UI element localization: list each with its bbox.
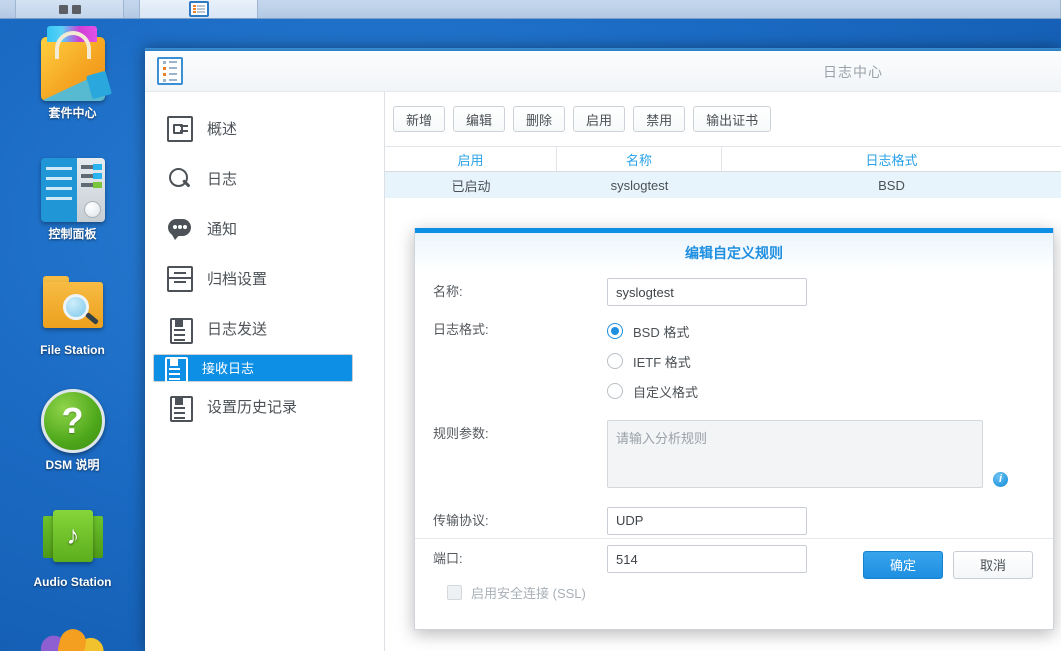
sidebar-item-label: 设置历史记录 [207, 398, 298, 416]
control-panel-icon [40, 158, 105, 222]
desktop-icon-photo-station[interactable] [0, 623, 145, 651]
dialog-footer: 确定 取消 [415, 538, 1053, 590]
window-tile-icon [71, 4, 81, 14]
edit-custom-rule-dialog: 编辑自定义规则 名称: 日志格式: BSD 格式 IETF 格式 [414, 228, 1054, 630]
overview-icon [167, 116, 193, 142]
log-format-label: 日志格式: [433, 322, 489, 337]
dialog-title: 编辑自定义规则 [685, 245, 783, 261]
sidebar-item-archive-settings[interactable]: 归档设置 [153, 254, 376, 304]
log-center-icon [188, 1, 209, 17]
sidebar-item-label: 日志发送 [207, 320, 268, 338]
dialog-body: 名称: 日志格式: BSD 格式 IETF 格式 自定义格式 [415, 270, 1053, 601]
taskbar-item-windows[interactable] [16, 0, 124, 18]
radio-label: 自定义格式 [633, 384, 699, 400]
grid-toolbar: 新增 编辑 删除 启用 禁用 输出证书 [385, 92, 1061, 132]
page-title: 日志中心 [823, 64, 883, 80]
cell-format: BSD [878, 177, 905, 193]
rule-params-textarea[interactable] [607, 420, 983, 488]
export-cert-button[interactable]: 输出证书 [693, 106, 772, 132]
info-icon[interactable]: i [993, 472, 1008, 487]
radio-bsd-icon[interactable] [607, 323, 623, 339]
dsm-help-icon: ? [40, 389, 105, 453]
radio-label: BSD 格式 [633, 324, 690, 340]
desktop-icon-label: 控制面板 [48, 227, 97, 241]
table-row[interactable]: 已启动 syslogtest BSD [385, 172, 1061, 198]
sidebar-nav: 概述 日志 通知 归档设置 日志发送 接收日志 设置历史记录 [145, 92, 385, 651]
name-input[interactable] [607, 278, 807, 306]
cell-name: syslogtest [610, 177, 669, 193]
sidebar-item-label: 日志 [207, 170, 238, 188]
column-header-enable[interactable]: 启用 [385, 147, 557, 171]
desktop-taskbar[interactable] [0, 0, 1061, 19]
column-header-name[interactable]: 名称 [557, 147, 722, 171]
sidebar-item-label: 接收日志 [202, 360, 255, 376]
desktop-icon-label: 套件中心 [48, 106, 97, 120]
radio-custom-icon[interactable] [607, 383, 623, 399]
edit-button[interactable]: 编辑 [453, 106, 506, 132]
field-row-log-format: 日志格式: BSD 格式 IETF 格式 自定义格式 [415, 316, 1053, 406]
sidebar-item-settings-history[interactable]: 设置历史记录 [153, 382, 376, 432]
radio-option-bsd[interactable]: BSD 格式 [607, 316, 1053, 346]
desktop-icon-control-panel[interactable]: 控制面板 [0, 158, 145, 241]
delete-button[interactable]: 删除 [513, 106, 566, 132]
taskbar-gap [124, 0, 140, 18]
column-header-format[interactable]: 日志格式 [722, 147, 1061, 171]
disable-button[interactable]: 禁用 [633, 106, 686, 132]
sidebar-item-overview[interactable]: 概述 [153, 104, 376, 154]
radio-option-custom[interactable]: 自定义格式 [607, 376, 1053, 406]
notification-icon [167, 216, 193, 242]
protocol-select-value: UDP [607, 507, 807, 535]
sidebar-item-log-sending[interactable]: 日志发送 [153, 304, 376, 354]
field-row-protocol: 传输协议: UDP [415, 507, 1053, 535]
archive-settings-icon [167, 266, 193, 292]
taskbar-left-spacer [0, 0, 16, 18]
desktop-icon-label: DSM 说明 [45, 458, 100, 472]
cell-enable: 已启动 [451, 178, 491, 194]
confirm-button[interactable]: 确定 [863, 550, 943, 579]
radio-ietf-icon[interactable] [607, 353, 623, 369]
desktop-icon-list: 套件中心 控制面板 File Station ? DSM 说明 ♪ Audio … [0, 19, 145, 651]
rule-params-label: 规则参数: [433, 426, 489, 441]
enable-button[interactable]: 启用 [573, 106, 626, 132]
dialog-header: 编辑自定义规则 [415, 233, 1053, 270]
field-row-rule-params: 规则参数: i [415, 420, 1053, 493]
desktop-icon-file-station[interactable]: File Station [0, 274, 145, 357]
table-header-row: 启用 名称 日志格式 [385, 146, 1061, 172]
sidebar-item-logs[interactable]: 日志 [153, 154, 376, 204]
photo-station-icon [35, 623, 109, 651]
cancel-button[interactable]: 取消 [953, 550, 1033, 579]
sidebar-item-label: 概述 [207, 120, 238, 138]
file-station-icon [41, 274, 105, 338]
protocol-select[interactable]: UDP [607, 507, 807, 535]
protocol-label: 传输协议: [433, 513, 489, 528]
sidebar-item-notifications[interactable]: 通知 [153, 204, 376, 254]
window-header: 日志中心 [145, 51, 1061, 92]
window-tile-icon [58, 4, 68, 14]
radio-label: IETF 格式 [633, 354, 691, 370]
settings-history-icon [167, 394, 193, 422]
rules-table: 启用 名称 日志格式 已启动 syslogtest BSD [385, 146, 1061, 198]
search-icon [167, 166, 193, 192]
sidebar-item-log-receiving[interactable]: 接收日志 [153, 354, 353, 383]
add-button[interactable]: 新增 [393, 106, 446, 132]
radio-option-ietf[interactable]: IETF 格式 [607, 346, 1053, 376]
package-center-icon [40, 26, 112, 101]
desktop-icon-package-center[interactable]: 套件中心 [0, 26, 145, 120]
desktop-icon-audio-station[interactable]: ♪ Audio Station [0, 506, 145, 589]
taskbar-item-log-center[interactable] [140, 0, 258, 18]
desktop-icon-label: Audio Station [33, 575, 112, 589]
field-row-name: 名称: [415, 278, 1053, 306]
audio-station-icon: ♪ [41, 506, 105, 570]
desktop-icon-label: File Station [40, 343, 105, 357]
taskbar-empty-area [258, 0, 1061, 18]
log-receiving-icon [162, 355, 188, 383]
name-label: 名称: [433, 284, 463, 299]
log-sending-icon [167, 316, 193, 344]
desktop-icon-dsm-help[interactable]: ? DSM 说明 [0, 389, 145, 472]
sidebar-item-label: 通知 [207, 220, 238, 238]
sidebar-item-label: 归档设置 [207, 270, 268, 288]
